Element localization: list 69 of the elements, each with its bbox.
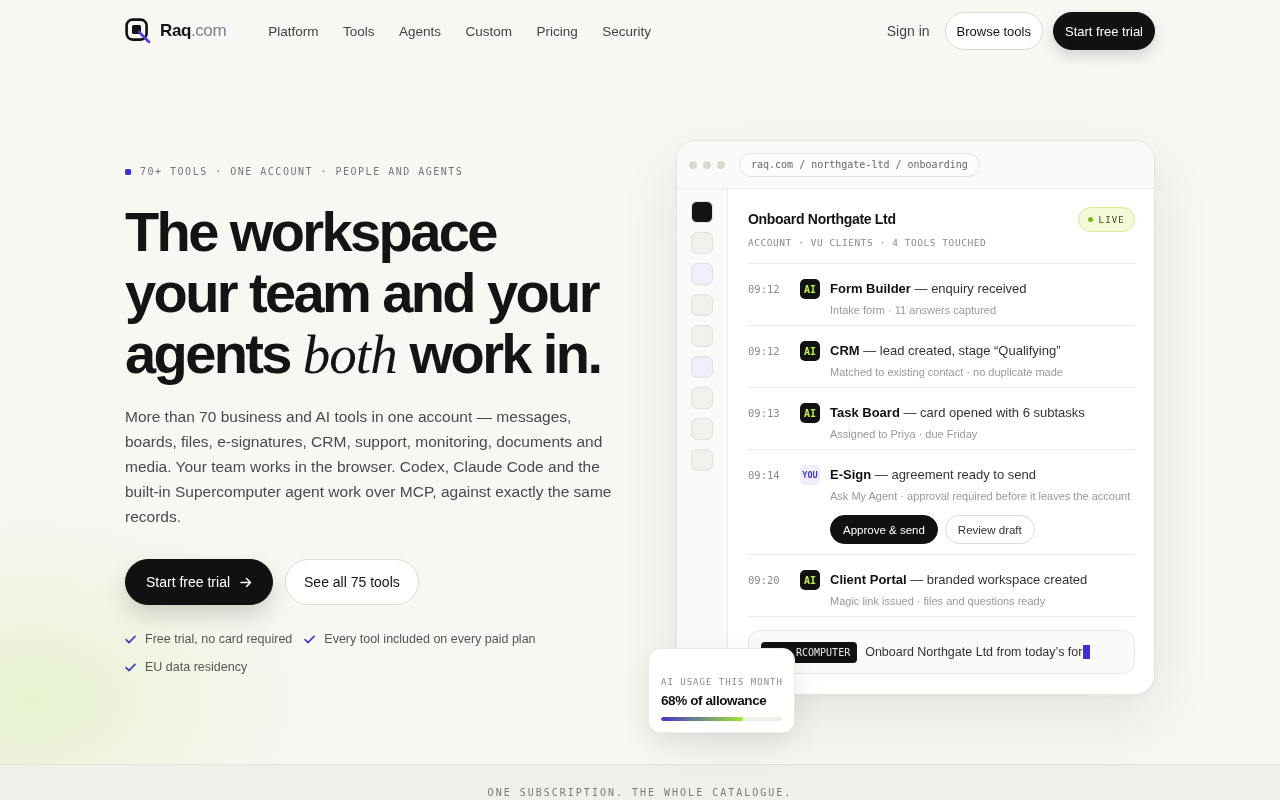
command-field[interactable]: RCOMPUTER Onboard Northgate Ltd from today’s for: [748, 630, 1135, 674]
checkmark-icon: [304, 634, 316, 644]
panel-meta: ACCOUNT · VU CLIENTS · 4 TOOLS TOUCHED: [748, 236, 987, 250]
benefit-text: Free trial, no card required: [145, 631, 293, 647]
sidebar-tile-icon[interactable]: [691, 201, 713, 223]
text-cursor-icon: [1083, 645, 1091, 659]
live-label: LIVE: [1098, 214, 1125, 225]
activity-detail: Ask My Agent · approval required before it leaves the account: [830, 489, 1131, 504]
actor-tag: AI: [800, 570, 820, 590]
action-button[interactable]: Approve & send: [830, 515, 938, 544]
actor-tag: AI: [800, 279, 820, 299]
status-dot-icon: [1087, 217, 1093, 222]
hero-heading: The workspace your team and your agents both work in.: [125, 201, 602, 385]
sidebar-tile-icon[interactable]: [691, 356, 713, 378]
hero-button[interactable]: Start free trial: [125, 559, 274, 605]
sidebar-tile-icon[interactable]: [691, 263, 713, 285]
benefit-text: Every tool included on every paid plan: [324, 631, 536, 647]
nav-link[interactable]: Platform: [268, 23, 319, 39]
benefit-text: EU data residency: [145, 659, 248, 675]
actor-tag: AI: [800, 403, 820, 423]
eyebrow-label: 70+ TOOLS · ONE ACCOUNT · PEOPLE AND AGENTS: [140, 166, 464, 178]
activity-title: Task Board — card opened with 6 subtasks: [830, 404, 1085, 422]
hero-description: More than 70 business and AI tools in one account — messages, boards, files, e-signatures, CRM, support, monitoring, documents and media. Your team works in the browser. Codex, Claude Code and the built-in Supercomputer agent work over MCP, against exactly the same records.: [125, 407, 613, 527]
sidebar-tile-icon[interactable]: [691, 387, 713, 409]
activity-detail: Intake form · 11 answers captured: [830, 303, 998, 318]
sidebar-tile-icon[interactable]: [691, 418, 713, 440]
activity-detail: Matched to existing contact · no duplicate made: [830, 365, 1063, 380]
nav-button[interactable]: Start free trial: [1052, 12, 1155, 50]
sidebar-tile-icon[interactable]: [691, 449, 713, 471]
time-label: 09:13: [748, 406, 780, 420]
nav-link[interactable]: Security: [602, 23, 652, 39]
usage-value: 68% of allowance: [661, 693, 768, 709]
window-dot-icon: [717, 160, 725, 169]
actor-tag: AI: [800, 341, 820, 361]
activity-detail: Assigned to Priya · due Friday: [830, 427, 979, 442]
sidebar-tile-icon[interactable]: [691, 294, 713, 316]
activity-title: CRM — lead created, stage “Qualifying”: [830, 342, 1062, 360]
time-label: 09:12: [748, 282, 780, 296]
activity-detail: Magic link issued · files and questions ready: [830, 594, 1047, 609]
checkmark-icon: [125, 662, 136, 672]
nav-link[interactable]: Tools: [342, 23, 375, 39]
usage-label: AI USAGE THIS MONTH: [661, 676, 782, 688]
logo-icon[interactable]: [125, 18, 151, 44]
action-button[interactable]: Review draft: [944, 515, 1035, 544]
arrow-right-icon: [240, 576, 253, 588]
nav-link[interactable]: Pricing: [536, 23, 578, 39]
window-dot-icon: [689, 160, 697, 169]
sidebar-tile-icon[interactable]: [691, 325, 713, 347]
activity-title: E-Sign — agreement ready to send: [830, 466, 1037, 484]
activity-title: Client Portal — branded workspace created: [830, 571, 1088, 589]
nav-link[interactable]: Agents: [398, 23, 441, 39]
window-dot-icon: [703, 160, 711, 169]
nav-button[interactable]: Browse tools: [944, 12, 1043, 50]
activity-title: Form Builder — enquiry received: [830, 280, 1027, 298]
time-label: 09:12: [748, 344, 780, 358]
time-label: 09:20: [748, 573, 780, 587]
panel-title: Onboard Northgate Ltd: [748, 210, 897, 229]
checkmark-icon: [125, 634, 136, 644]
time-label: 09:14: [748, 468, 780, 482]
bullet-icon: [125, 169, 131, 175]
address-field[interactable]: raq.com / northgate-ltd / onboarding: [739, 152, 980, 177]
typed-text: Onboard Northgate Ltd from today’s for: [865, 645, 1083, 659]
tagline-text: ONE SUBSCRIPTION. THE WHOLE CATALOGUE.: [487, 787, 793, 798]
brand-name[interactable]: Raq.com: [160, 21, 227, 41]
hero-button[interactable]: See all 75 tools: [285, 559, 419, 605]
sidebar-tile-icon[interactable]: [691, 232, 713, 254]
actor-tag: YOU: [800, 465, 820, 485]
sign-in-link[interactable]: Sign in: [886, 23, 930, 39]
nav-link[interactable]: Custom: [465, 23, 512, 39]
